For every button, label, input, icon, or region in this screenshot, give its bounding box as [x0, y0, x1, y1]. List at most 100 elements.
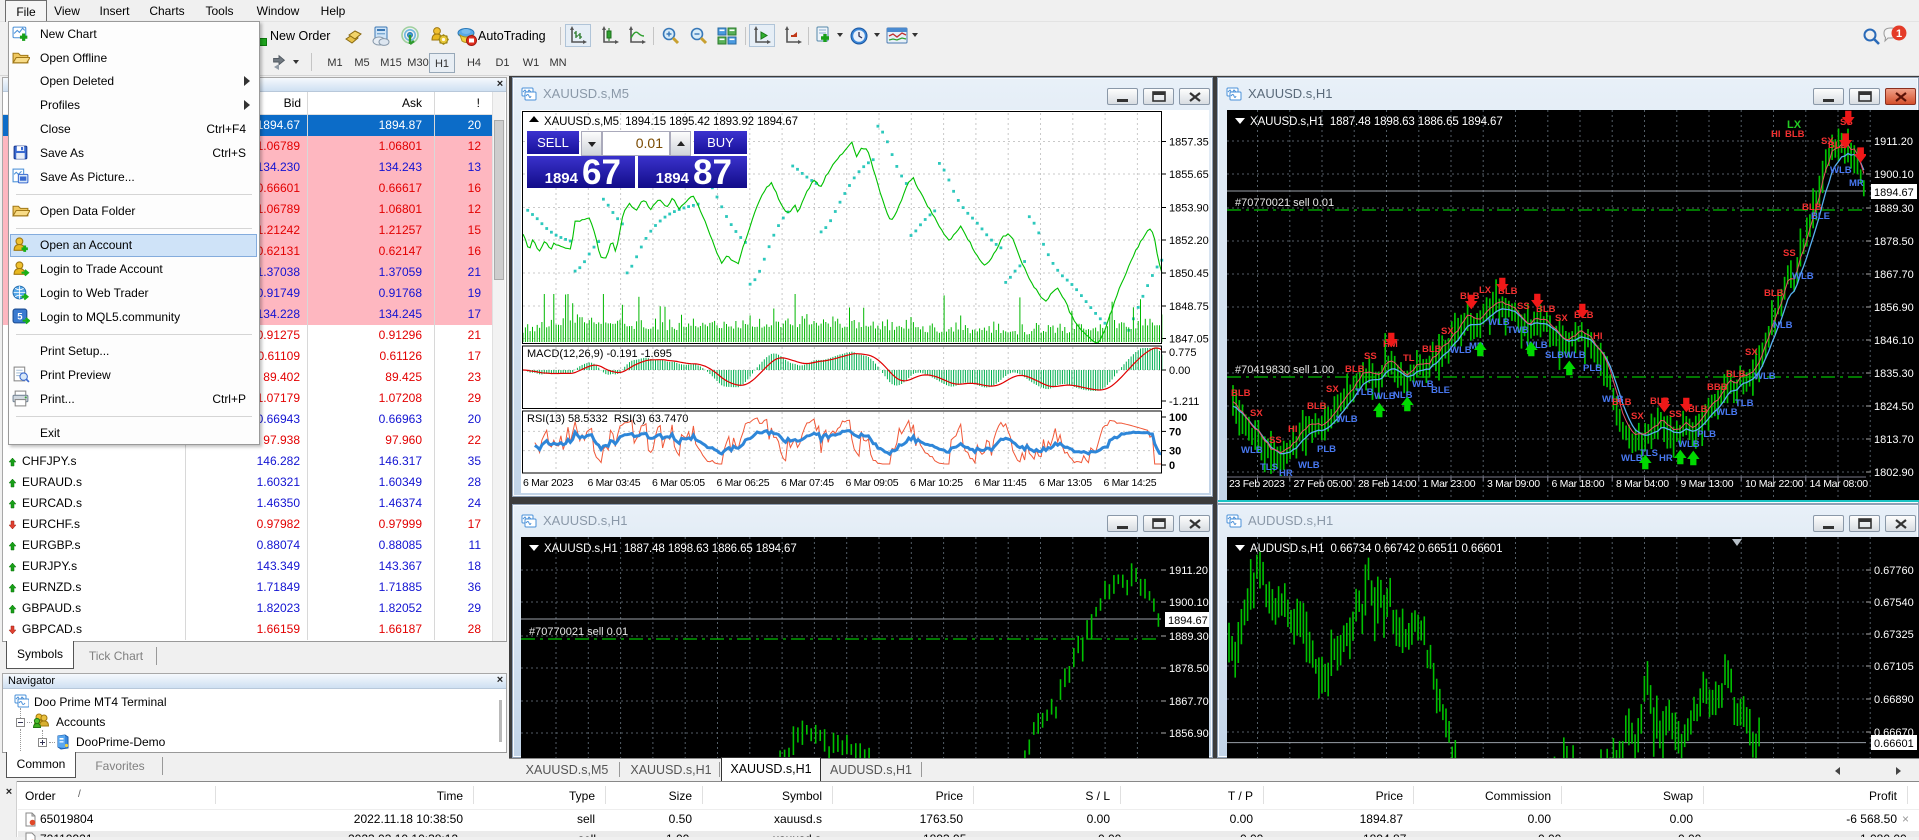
svg-text:8 Mar 04:00: 8 Mar 04:00	[1616, 478, 1669, 490]
svg-text:28 Feb 14:00: 28 Feb 14:00	[1358, 478, 1417, 490]
svg-text:TLS: TLS	[1640, 448, 1658, 459]
svg-text:LX: LX	[1479, 285, 1492, 296]
svg-text:NLB: NLB	[1773, 320, 1793, 331]
svg-text:0.67540: 0.67540	[1874, 597, 1914, 609]
svg-text:TL: TL	[1403, 353, 1415, 364]
svg-text:RSI(13) 58.5332 RSI(3) 63.747: RSI(13) 58.5332 RSI(3) 63.7470	[527, 413, 688, 425]
svg-text:TLB: TLB	[1735, 398, 1754, 409]
svg-text:PLB: PLB	[1583, 363, 1602, 374]
svg-text:6 Mar 18:00: 6 Mar 18:00	[1552, 478, 1605, 490]
svg-text:6 Mar 2023: 6 Mar 2023	[523, 477, 574, 489]
svg-text:SX: SX	[1326, 384, 1339, 395]
svg-text:XAUUSD.s,H1 1887.48 1898.63 1: XAUUSD.s,H1 1887.48 1898.63 1886.65 1894…	[1250, 116, 1503, 128]
svg-text:1 Mar 23:00: 1 Mar 23:00	[1423, 478, 1476, 490]
svg-text:6 Mar 11:45: 6 Mar 11:45	[975, 477, 1027, 489]
svg-text:WLB: WLB	[1298, 460, 1320, 471]
svg-text:1847.05: 1847.05	[1169, 334, 1209, 346]
svg-text:BLB: BLB	[1307, 401, 1327, 412]
svg-text:SS: SS	[1517, 301, 1530, 312]
svg-text:70: 70	[1169, 426, 1181, 438]
svg-text:BLB: BLB	[1785, 129, 1805, 140]
svg-text:9 Mar 13:00: 9 Mar 13:00	[1681, 478, 1734, 490]
svg-text:MR: MR	[1849, 178, 1864, 189]
svg-text:0.67325: 0.67325	[1874, 629, 1914, 641]
svg-text:0.00: 0.00	[1169, 365, 1190, 377]
svg-text:1894.67: 1894.67	[1168, 615, 1208, 627]
svg-text:1855.65: 1855.65	[1169, 169, 1209, 181]
svg-text:1911.20: 1911.20	[1169, 565, 1208, 577]
svg-text:TWB: TWB	[1507, 325, 1529, 336]
svg-text:0.67105: 0.67105	[1874, 661, 1914, 673]
svg-text:1835.30: 1835.30	[1874, 368, 1914, 380]
svg-text:SX: SX	[1250, 408, 1263, 419]
svg-text:HI: HI	[1771, 129, 1781, 140]
svg-text:SS: SS	[1783, 248, 1796, 259]
svg-text:SS: SS	[1669, 409, 1682, 420]
svg-text:BLB: BLB	[1726, 369, 1746, 380]
svg-text:XAUUSD.s,H1 1887.48 1898.63 1: XAUUSD.s,H1 1887.48 1898.63 1886.65 1894…	[544, 543, 797, 555]
svg-text:1856.90: 1856.90	[1874, 302, 1914, 314]
svg-text:PLB: PLB	[1697, 429, 1716, 440]
svg-text:1889.30: 1889.30	[1874, 203, 1914, 215]
svg-text:BLE: BLE	[1431, 385, 1450, 396]
svg-text:0.66601: 0.66601	[1874, 738, 1914, 750]
svg-text:WLB: WLB	[1792, 271, 1814, 282]
svg-text:100: 100	[1169, 412, 1187, 424]
svg-text:14 Mar 08:00: 14 Mar 08:00	[1810, 478, 1869, 490]
svg-text:HR: HR	[1659, 453, 1673, 464]
svg-text:0.67760: 0.67760	[1874, 565, 1914, 577]
svg-text:MACD(12,26,9) -0.191 -1.695: MACD(12,26,9) -0.191 -1.695	[527, 348, 672, 360]
svg-text:1900.10: 1900.10	[1874, 169, 1914, 181]
svg-text:1813.70: 1813.70	[1874, 434, 1914, 446]
svg-text:1889.30: 1889.30	[1169, 631, 1209, 643]
svg-text:1802.90: 1802.90	[1874, 467, 1914, 479]
svg-text:1824.50: 1824.50	[1874, 401, 1914, 413]
svg-text:-1.211: -1.211	[1169, 396, 1199, 408]
svg-text:1846.10: 1846.10	[1874, 335, 1914, 347]
svg-text:HI: HI	[1288, 424, 1298, 435]
svg-text:5: 5	[17, 312, 23, 323]
svg-text:AUDUSD.s,H1 0.66734 0.66742 0: AUDUSD.s,H1 0.66734 0.66742 0.66511 0.66…	[1250, 543, 1502, 555]
svg-text:1878.50: 1878.50	[1169, 663, 1209, 675]
svg-text:1853.90: 1853.90	[1169, 203, 1209, 215]
svg-text:SX: SX	[1441, 326, 1454, 337]
svg-text:#70770021 sell 0.01: #70770021 sell 0.01	[1235, 197, 1334, 209]
svg-text:0: 0	[1169, 460, 1175, 472]
svg-text:SS: SS	[1364, 351, 1377, 362]
svg-text:6 Mar 05:05: 6 Mar 05:05	[652, 477, 705, 489]
svg-text:SX: SX	[1555, 313, 1568, 324]
svg-text:1850.45: 1850.45	[1169, 268, 1209, 280]
svg-text:1911.20: 1911.20	[1874, 136, 1913, 148]
svg-text:BLE: BLE	[1811, 211, 1830, 222]
svg-text:1848.75: 1848.75	[1169, 301, 1209, 313]
svg-text:SS: SS	[1269, 435, 1282, 446]
svg-text:1: 1	[1896, 28, 1902, 40]
svg-text:6 Mar 06:25: 6 Mar 06:25	[717, 477, 770, 489]
svg-text:30: 30	[1169, 446, 1181, 458]
svg-text:BLB: BLB	[1345, 364, 1365, 375]
svg-text:WLB: WLB	[1336, 414, 1358, 425]
svg-text:#70419830 sell 1.00: #70419830 sell 1.00	[1235, 364, 1334, 376]
svg-text:6 Mar 14:25: 6 Mar 14:25	[1104, 477, 1157, 489]
svg-text:TLB: TLB	[1355, 387, 1374, 398]
svg-text:PLB: PLB	[1317, 444, 1336, 455]
svg-text:WLB: WLB	[1564, 350, 1586, 361]
svg-text:1856.90: 1856.90	[1169, 728, 1209, 740]
svg-text:1852.20: 1852.20	[1169, 235, 1209, 247]
svg-text:1900.10: 1900.10	[1169, 597, 1209, 609]
svg-text:#70770021 sell 0.01: #70770021 sell 0.01	[529, 626, 628, 638]
svg-text:SX: SX	[1745, 347, 1758, 358]
svg-text:1867.70: 1867.70	[1169, 696, 1209, 708]
svg-text:27 Feb 05:00: 27 Feb 05:00	[1294, 478, 1353, 490]
svg-text:TLS: TLS	[1260, 462, 1278, 473]
svg-text:6 Mar 13:05: 6 Mar 13:05	[1039, 477, 1092, 489]
svg-text:6 Mar 03:45: 6 Mar 03:45	[588, 477, 641, 489]
svg-text:BBB: BBB	[1707, 382, 1728, 393]
svg-text:10 Mar 22:00: 10 Mar 22:00	[1745, 478, 1804, 490]
svg-text:WLB: WLB	[1830, 165, 1852, 176]
svg-text:BLB: BLB	[1612, 397, 1632, 408]
svg-text:6 Mar 09:05: 6 Mar 09:05	[846, 477, 899, 489]
svg-text:NLB: NLB	[1393, 390, 1413, 401]
svg-text:1894.67: 1894.67	[1874, 187, 1914, 199]
svg-text:0.775: 0.775	[1169, 347, 1197, 359]
